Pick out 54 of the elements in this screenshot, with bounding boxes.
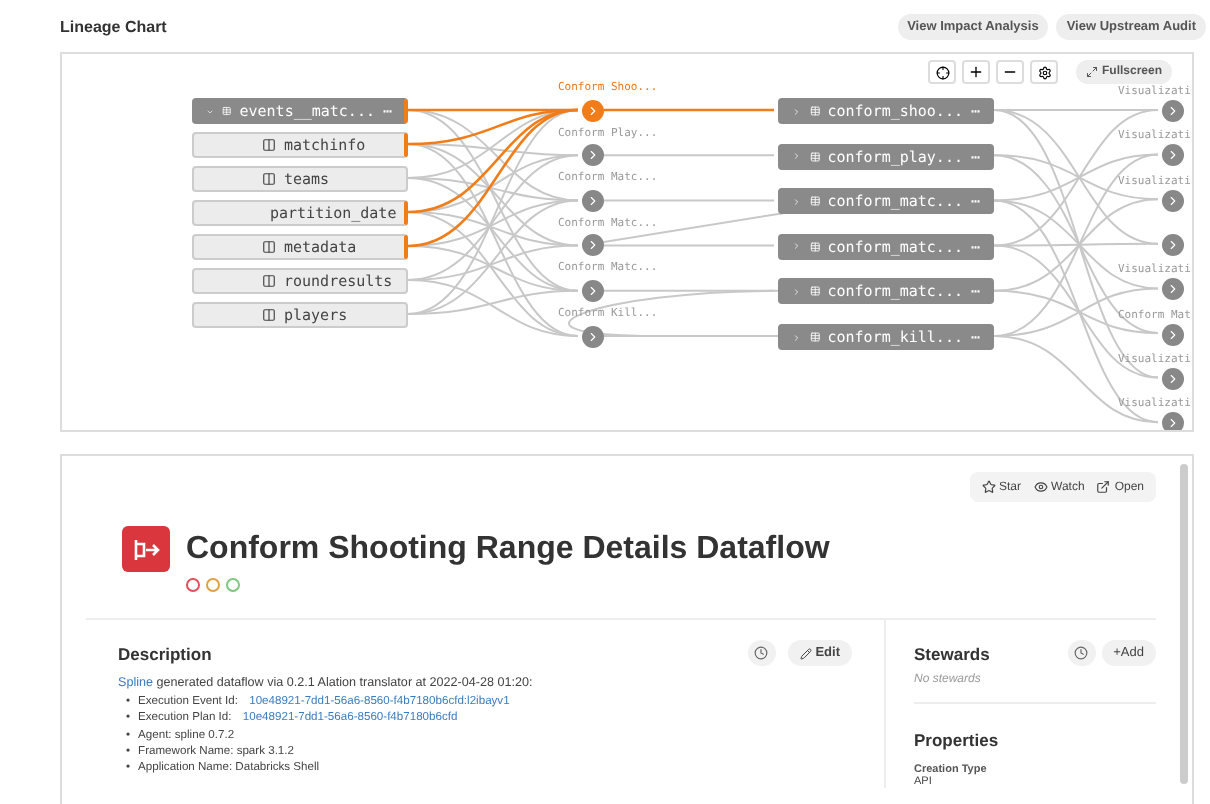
zoom-in-button[interactable] <box>962 60 990 84</box>
column-icon <box>262 240 276 254</box>
process-node[interactable] <box>1162 144 1184 167</box>
process-node[interactable] <box>1162 233 1184 256</box>
caret-icon[interactable] <box>792 150 801 163</box>
plus-icon <box>968 64 984 80</box>
process-node[interactable] <box>582 144 604 167</box>
zoom-out-button[interactable] <box>996 60 1024 84</box>
caret-icon[interactable] <box>792 195 801 208</box>
clock-icon <box>1074 646 1089 660</box>
pencil-icon <box>799 647 812 659</box>
table-icon <box>809 104 820 118</box>
caret-icon[interactable] <box>792 105 801 117</box>
caret-icon[interactable] <box>792 331 801 343</box>
process-node[interactable] <box>582 325 604 347</box>
page-title: Conform Shooting Range Details Dataflow <box>186 531 830 567</box>
scrollbar[interactable] <box>1180 464 1188 784</box>
caret-icon[interactable] <box>792 240 801 253</box>
history-button[interactable] <box>1067 640 1096 666</box>
section-heading: Description <box>118 643 212 663</box>
table-icon <box>809 149 820 164</box>
gear-icon <box>1037 65 1051 79</box>
caret-icon[interactable] <box>792 285 801 298</box>
table-icon <box>809 284 820 299</box>
column-icon <box>262 172 276 186</box>
process-node[interactable] <box>1162 412 1184 430</box>
process-node[interactable] <box>582 99 604 121</box>
settings-button[interactable] <box>1030 60 1058 84</box>
table-icon <box>809 239 820 254</box>
table-icon <box>222 104 232 118</box>
star-icon <box>981 480 996 494</box>
recenter-button[interactable] <box>928 60 956 84</box>
dataflow-icon <box>122 526 170 572</box>
process-node[interactable] <box>582 189 604 212</box>
process-node[interactable] <box>1162 189 1184 212</box>
process-node[interactable] <box>1162 367 1184 390</box>
process-node[interactable] <box>582 279 604 302</box>
column-icon <box>262 138 276 152</box>
section-heading: Properties <box>914 730 999 750</box>
eye-icon <box>1033 480 1048 494</box>
process-node[interactable] <box>1162 278 1184 301</box>
column-icon <box>262 308 276 322</box>
process-node[interactable] <box>1162 100 1184 122</box>
section-heading: Stewards <box>914 643 990 663</box>
table-icon <box>809 330 820 344</box>
crosshair-icon <box>935 65 949 79</box>
section-title: Lineage Chart <box>60 17 167 35</box>
process-node[interactable] <box>1162 323 1184 345</box>
column-icon <box>262 274 276 288</box>
history-button[interactable] <box>747 640 776 666</box>
process-node[interactable] <box>582 234 604 257</box>
clock-icon <box>754 646 769 660</box>
external-link-icon <box>1096 480 1111 494</box>
table-icon <box>809 194 820 209</box>
